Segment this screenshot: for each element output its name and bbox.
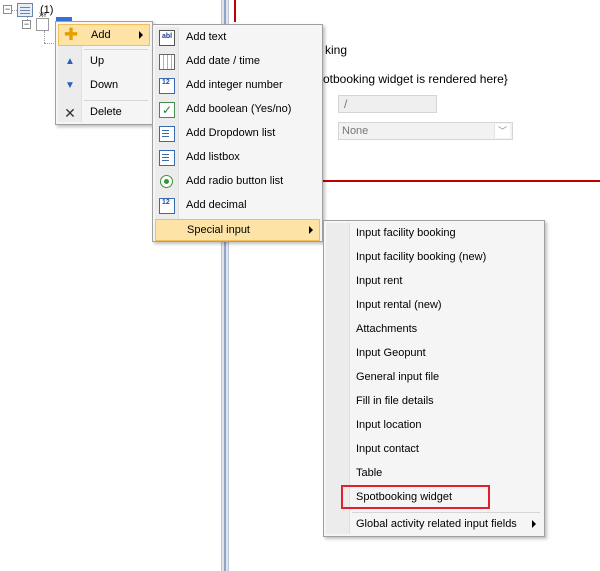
menu-item-label: Add boolean (Yes/no): [186, 103, 292, 115]
submenu-arrow-icon: [309, 226, 313, 234]
tree-connector: [44, 31, 45, 43]
menu-item-label: Input location: [356, 419, 422, 431]
context-menu: ✚ Add ▲ Up ▼ Down ✕ Delete: [55, 21, 153, 125]
menu-item-attachments[interactable]: Attachments: [326, 319, 542, 341]
menu-item-label: Global activity related input fields: [356, 518, 517, 530]
menu-item-label: Input facility booking (new): [356, 251, 487, 263]
menu-item-label: Fill in file details: [356, 395, 434, 407]
menu-item-add-radio-list[interactable]: Add radio button list: [155, 171, 320, 193]
menu-item-label: Down: [90, 79, 119, 91]
decimal-icon: 12: [159, 198, 175, 214]
add-submenu: abl Add text Add date / time 12 Add inte…: [152, 24, 323, 242]
tree-child-xy-label: XY: [39, 13, 48, 19]
submenu-arrow-icon: [532, 520, 536, 528]
content-heading-text: king: [325, 43, 348, 57]
tree-collapse-toggle[interactable]: −: [22, 20, 31, 29]
menu-item-label: General input file: [356, 371, 440, 383]
menu-item-add-integer[interactable]: 12 Add integer number: [155, 75, 320, 97]
menu-item-add-text[interactable]: abl Add text: [155, 27, 320, 49]
menu-item-label: Add integer number: [186, 79, 283, 91]
menu-item-add-dropdown[interactable]: Add Dropdown list: [155, 123, 320, 145]
menu-item-label: Attachments: [356, 323, 418, 335]
section-border-line: [234, 0, 236, 22]
menu-item-label: Special input: [187, 224, 250, 236]
menu-item-label: Add Dropdown list: [186, 127, 276, 139]
none-select[interactable]: None ﹀: [338, 122, 513, 140]
menu-item-input-geopunt[interactable]: Input Geopunt: [326, 343, 542, 365]
menu-item-label: Delete: [90, 106, 122, 118]
menu-item-label: Add date / time: [186, 55, 260, 67]
dropdown-list-icon: [159, 126, 175, 142]
menu-item-input-location[interactable]: Input location: [326, 415, 542, 437]
annotation-highlight-box: [341, 485, 490, 509]
menu-item-label: Input Geopunt: [356, 347, 426, 359]
menu-item-up[interactable]: ▲ Up: [58, 51, 150, 73]
checkbox-icon: ✓: [159, 102, 175, 118]
submenu-arrow-icon: [139, 31, 143, 39]
menu-separator: [84, 49, 148, 50]
field-node-icon: [36, 18, 49, 31]
menu-item-add-decimal[interactable]: 12 Add decimal: [155, 195, 320, 217]
menu-item-input-rental-new[interactable]: Input rental (new): [326, 295, 542, 317]
menu-item-table[interactable]: Table: [326, 463, 542, 485]
menu-item-label: Add listbox: [186, 151, 240, 163]
menu-item-label: Table: [356, 467, 383, 479]
menu-item-label: Add: [91, 29, 111, 41]
integer-icon: 12: [159, 78, 175, 94]
menu-item-fill-in-file-details[interactable]: Fill in file details: [326, 391, 542, 413]
menu-item-label: Add decimal: [186, 199, 247, 211]
radio-button-icon: [160, 175, 173, 188]
menu-item-label: Input contact: [356, 443, 419, 455]
menu-item-global-activity-fields[interactable]: Global activity related input fields: [326, 514, 542, 536]
menu-item-input-facility-booking[interactable]: Input facility booking: [326, 223, 542, 245]
calendar-icon: [159, 54, 175, 70]
menu-item-label: Up: [90, 55, 105, 67]
path-input[interactable]: /: [338, 95, 437, 113]
menu-item-input-contact[interactable]: Input contact: [326, 439, 542, 461]
menu-item-label: Input rental (new): [356, 299, 442, 311]
menu-item-input-facility-booking-new[interactable]: Input facility booking (new): [326, 247, 542, 269]
menu-item-general-input-file[interactable]: General input file: [326, 367, 542, 389]
plus-icon: ✚: [63, 25, 79, 44]
menu-item-add-boolean[interactable]: ✓ Add boolean (Yes/no): [155, 99, 320, 121]
chevron-down-icon[interactable]: ﹀: [494, 124, 510, 138]
menu-item-add[interactable]: ✚ Add: [58, 24, 150, 46]
menu-item-add-listbox[interactable]: Add listbox: [155, 147, 320, 169]
menu-separator: [84, 100, 148, 101]
menu-item-label: Input rent: [356, 275, 403, 287]
listbox-icon: [159, 150, 175, 166]
widget-placeholder-text: otbooking widget is rendered here}: [323, 72, 508, 86]
menu-item-label: Add text: [186, 31, 227, 43]
select-value: None: [342, 125, 369, 137]
arrow-up-icon: ▲: [65, 56, 75, 67]
menu-item-input-rent[interactable]: Input rent: [326, 271, 542, 293]
menu-item-special-input[interactable]: Special input: [155, 219, 320, 241]
section-border-line: [323, 180, 600, 182]
menu-item-down[interactable]: ▼ Down: [58, 75, 150, 97]
menu-item-add-date-time[interactable]: Add date / time: [155, 51, 320, 73]
menu-item-label: Add radio button list: [186, 175, 284, 187]
arrow-down-icon: ▼: [65, 80, 75, 91]
menu-item-label: Input facility booking: [356, 227, 456, 239]
text-field-icon: abl: [159, 30, 175, 46]
menu-item-delete[interactable]: ✕ Delete: [58, 102, 150, 124]
tree-collapse-toggle[interactable]: −: [3, 5, 12, 14]
menu-separator: [352, 512, 540, 513]
form-node-icon: [17, 3, 33, 17]
delete-x-icon: ✕: [64, 105, 76, 121]
